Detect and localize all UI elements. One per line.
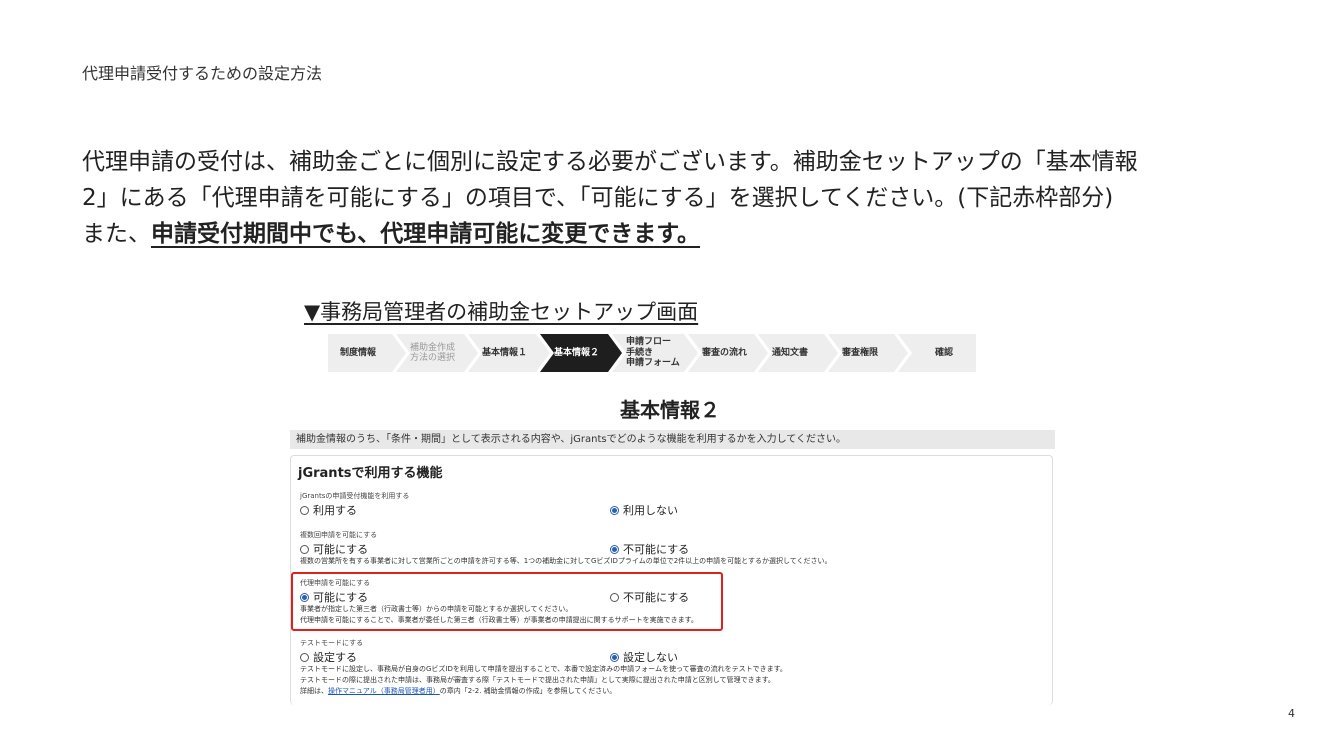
slide-header-title: 代理申請受付するための設定方法	[82, 64, 323, 83]
desc-suffix: の章内「2-2. 補助金情報の作成」を参照してください。	[439, 687, 617, 695]
option-label: 利用しない	[623, 504, 678, 517]
body-line-3-prefix: また、	[82, 221, 151, 247]
body-line-3: また、申請受付期間中でも、代理申請可能に変更できます。	[82, 216, 1262, 252]
step-shinsei-flow[interactable]: 申請フロー 手続き 申請フォーム	[612, 334, 698, 372]
step-label-line: 申請フォーム	[626, 358, 680, 369]
question-label: テストモードにする	[300, 639, 364, 647]
step-kihon-joho-1[interactable]: 基本情報１	[468, 334, 550, 372]
radio-off-icon[interactable]	[300, 544, 309, 554]
step-label-line: 申請フロー	[626, 337, 672, 348]
body-line-1: 代理申請の受付は、補助金ごとに個別に設定する必要がございます。補助金セットアップ…	[82, 149, 1138, 175]
radio-option-test-settei-shinai[interactable]: 設定しない	[610, 649, 678, 665]
radio-option-dairi-fukano[interactable]: 不可能にする	[610, 589, 689, 605]
option-label: 設定する	[313, 651, 357, 664]
step-hojokin-sakusei[interactable]: 補助金作成 方法の選択	[396, 334, 478, 372]
radio-option-test-settei[interactable]: 設定する	[300, 649, 357, 665]
radio-option-dairi-kano[interactable]: 可能にする	[300, 589, 368, 605]
step-label: 確認	[934, 347, 953, 358]
info-bar: 補助金情報のうち、「条件・期間」として表示される内容や、jGrantsでどのよう…	[290, 430, 1055, 449]
radio-off-icon[interactable]	[300, 505, 309, 515]
radio-option-riyo-shinai[interactable]: 利用しない	[610, 502, 678, 518]
radio-on-icon[interactable]	[610, 505, 619, 515]
option-label: 可能にする	[313, 543, 369, 556]
step-label: 基本情報２	[554, 347, 600, 358]
screenshot-caption: ▼事務局管理者の補助金セットアップ画面	[304, 300, 699, 324]
step-shinsa-nagare[interactable]: 審査の流れ	[688, 334, 768, 372]
option-label: 不可能にする	[623, 591, 690, 604]
step-kakunin[interactable]: 確認	[898, 334, 976, 372]
section-title: 基本情報２	[620, 398, 720, 422]
radio-option-riyo-suru[interactable]: 利用する	[300, 502, 357, 518]
question-description: テストモードの際に提出された申請は、事務局が審査する際「テストモードで提出された…	[300, 676, 775, 684]
page-number: 4	[1288, 707, 1295, 720]
manual-link[interactable]: 操作マニュアル（事務局管理者用）	[328, 687, 440, 695]
question-label: 複数回申請を可能にする	[300, 531, 378, 539]
step-kihon-joho-2[interactable]: 基本情報２	[540, 334, 622, 372]
desc-prefix: 詳細は、	[300, 687, 328, 695]
setup-stepper: 制度情報 補助金作成 方法の選択 基本情報１ 基本情報２ 申請フロー 手続き 申請フォ…	[328, 334, 976, 372]
step-shinsa-kengen[interactable]: 審査権限	[828, 334, 908, 372]
question-label: jGrantsの申請受付機能を利用する	[300, 492, 410, 500]
question-description: テストモードに設定し、事務局が自身のGビズIDを利用して申請を提出することで、本…	[300, 665, 787, 673]
option-label: 不可能にする	[623, 543, 690, 556]
radio-on-icon[interactable]	[300, 592, 309, 602]
question-label: 代理申請を可能にする	[300, 579, 371, 587]
step-label-line: 方法の選択	[410, 353, 456, 363]
step-label-line: 手続き	[626, 347, 654, 358]
question-description: 代理申請を可能にすることで、事業者が委任した第三者（行政書士等）が事業者の申請提…	[300, 616, 698, 624]
body-line-2: 2」にある「代理申請を可能にする」の項目で、「可能にする」を選択してください。(…	[82, 185, 1114, 211]
radio-option-fukusu-fukano[interactable]: 不可能にする	[610, 541, 689, 557]
step-label: 申請フロー 手続き 申請フォーム	[626, 337, 680, 368]
step-label: 審査の流れ	[702, 347, 748, 358]
step-label: 審査権限	[842, 347, 879, 358]
radio-off-icon[interactable]	[300, 652, 309, 662]
step-label: 制度情報	[340, 347, 377, 358]
step-seido-joho[interactable]: 制度情報	[328, 334, 406, 372]
step-label-line: 補助金作成	[410, 342, 456, 353]
question-description: 複数の営業所を有する事業者に対して営業所ごとの申請を許可する等、1つの補助金に対…	[300, 557, 832, 565]
step-tsuchi-bunsho[interactable]: 通知文書	[758, 334, 838, 372]
step-label: 基本情報１	[482, 347, 528, 358]
body-paragraph: 代理申請の受付は、補助金ごとに個別に設定する必要がございます。補助金セットアップ…	[82, 144, 1262, 252]
radio-on-icon[interactable]	[610, 544, 619, 554]
question-description: 事業者が指定した第三者（行政書士等）からの申請を可能とするか選択してください。	[300, 605, 573, 613]
step-label: 通知文書	[772, 347, 809, 358]
option-label: 利用する	[313, 504, 357, 517]
radio-off-icon[interactable]	[610, 592, 619, 602]
card-title: jGrantsで利用する機能	[298, 466, 443, 481]
option-label: 可能にする	[313, 591, 369, 604]
radio-on-icon[interactable]	[610, 652, 619, 662]
option-label: 設定しない	[623, 651, 678, 664]
radio-option-fukusu-kano[interactable]: 可能にする	[300, 541, 368, 557]
body-line-3-emphasis: 申請受付期間中でも、代理申請可能に変更できます。	[151, 221, 701, 247]
question-description: 詳細は、操作マニュアル（事務局管理者用）の章内「2-2. 補助金情報の作成」を参…	[300, 686, 616, 696]
step-label: 補助金作成 方法の選択	[410, 343, 455, 364]
